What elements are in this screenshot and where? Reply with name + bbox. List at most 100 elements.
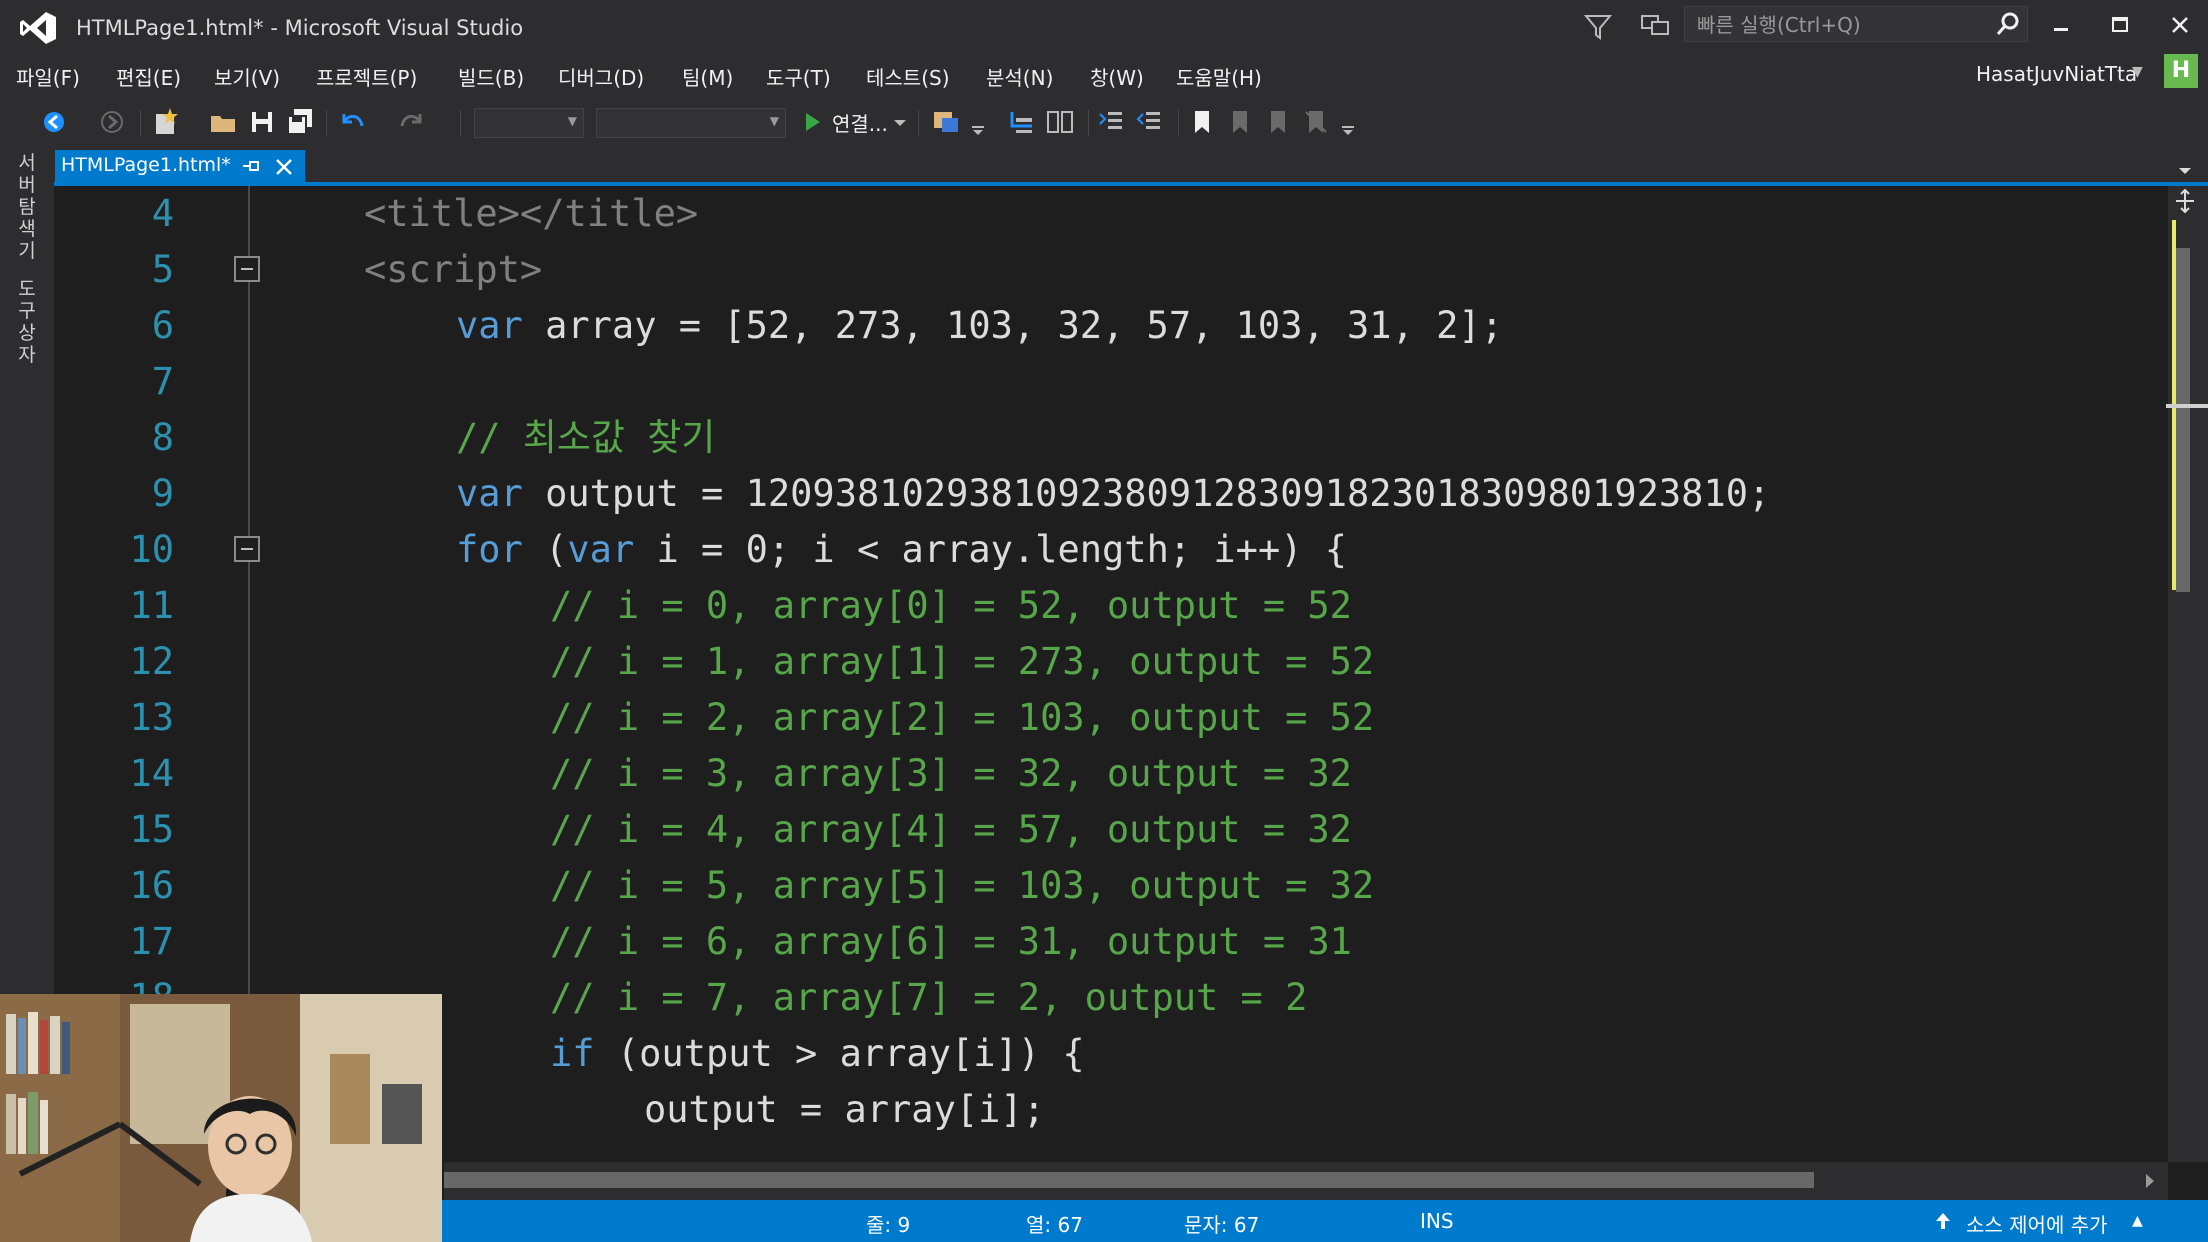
code-line: 17 // i = 6, array[6] = 31, output = 31 [54, 914, 2168, 970]
account-name[interactable]: HasatJuvNiatTta [1976, 62, 2137, 86]
code-text: output = array[i]; [644, 1088, 1045, 1131]
step-into-icon[interactable] [1006, 106, 1038, 138]
solution-config-dropdown[interactable]: ▼ [474, 108, 584, 138]
horizontal-scrollbar[interactable] [444, 1162, 2168, 1200]
next-bookmark-icon[interactable] [1262, 106, 1294, 138]
prev-bookmark-icon[interactable] [1224, 106, 1256, 138]
code-comment: // i = 5, array[5] = 103, output = 32 [550, 864, 1375, 907]
toolbar-separator [1088, 110, 1089, 136]
code-line: 14 // i = 3, array[3] = 32, output = 32 [54, 746, 2168, 802]
horizontal-scroll-thumb[interactable] [444, 1172, 1814, 1188]
pin-icon[interactable] [241, 156, 263, 178]
line-number: 5 [151, 248, 174, 291]
toolbar-separator [460, 110, 461, 136]
visual-studio-logo-icon [20, 12, 56, 44]
line-number: 7 [151, 360, 174, 403]
toolbar-separator [140, 110, 141, 136]
vertical-scroll-thumb[interactable] [2176, 248, 2190, 592]
minimize-icon[interactable] [2040, 8, 2080, 42]
filter-icon[interactable] [1582, 10, 1614, 42]
menu-file[interactable]: 파일(F) [14, 58, 82, 95]
chevron-up-icon[interactable]: ▲ [2132, 1213, 2143, 1229]
line-number: 11 [129, 584, 174, 627]
chevron-down-icon[interactable]: ▼ [2132, 64, 2143, 80]
title-bar: HTMLPage1.html* - Microsoft Visual Studi… [0, 0, 2208, 56]
line-number: 12 [129, 640, 174, 683]
status-line: 줄: 9 [866, 1213, 911, 1237]
webcam-overlay [0, 994, 442, 1242]
tab-htmlpage1[interactable]: HTMLPage1.html* [55, 150, 305, 184]
status-column: 열: 67 [1026, 1213, 1083, 1237]
standard-toolbar: ▼ ▼ 연결... [0, 98, 2208, 148]
open-file-icon[interactable] [208, 106, 240, 138]
code-line: 10 for (var i = 0; i < array.length; i++… [54, 522, 2168, 578]
menu-debug[interactable]: 디버그(D) [556, 58, 646, 95]
add-to-source-control[interactable]: 소스 제어에 추가 [1966, 1209, 2108, 1238]
toolbox-tab[interactable]: 도구 상자 [12, 278, 42, 366]
code-comment: // i = 6, array[6] = 31, output = 31 [550, 920, 1352, 963]
menu-project[interactable]: 프로젝트(P) [314, 58, 419, 95]
menu-build[interactable]: 빌드(B) [456, 58, 526, 95]
code-text: <title></title> [364, 192, 699, 235]
code-text: var array = [52, 273, 103, 32, 57, 103, … [456, 304, 1503, 347]
browser-link-icon[interactable] [930, 106, 962, 138]
split-editor-icon[interactable] [2170, 188, 2200, 214]
feedback-icon[interactable] [1638, 10, 1672, 42]
document-tab-strip: HTMLPage1.html* [54, 148, 2208, 184]
code-line: 9 var output = 1209381029381092380912830… [54, 466, 2168, 522]
clear-bookmarks-icon[interactable] [1300, 106, 1332, 138]
server-explorer-tab[interactable]: 서버 탐색기 [12, 152, 42, 262]
line-number: 13 [129, 696, 174, 739]
menu-view[interactable]: 보기(V) [212, 58, 282, 95]
code-line: 11 // i = 0, array[0] = 52, output = 52 [54, 578, 2168, 634]
undo-icon[interactable] [336, 106, 368, 138]
code-comment: // i = 4, array[4] = 57, output = 32 [550, 808, 1352, 851]
new-project-icon[interactable] [150, 106, 182, 138]
code-text: <script> [364, 248, 543, 291]
code-line: 4 <title></title> [54, 186, 2168, 242]
line-number: 8 [151, 416, 174, 459]
menu-analyze[interactable]: 분석(N) [984, 58, 1055, 95]
scroll-right-icon[interactable] [2142, 1172, 2158, 1190]
chevron-down-icon[interactable] [890, 106, 910, 138]
quick-launch-box[interactable] [1684, 6, 2028, 42]
navigate-back-icon[interactable] [38, 106, 70, 138]
save-icon[interactable] [246, 106, 278, 138]
menu-edit[interactable]: 편집(E) [114, 58, 183, 95]
menu-window[interactable]: 창(W) [1088, 58, 1146, 95]
chevron-down-icon[interactable] [2174, 160, 2196, 182]
bookmark-icon[interactable] [1186, 106, 1218, 138]
line-number: 16 [129, 864, 174, 907]
quick-launch-input[interactable] [1695, 9, 1979, 41]
close-icon[interactable] [273, 156, 295, 178]
code-comment: // 최소값 찾기 [456, 416, 716, 459]
compare-files-icon[interactable] [1044, 106, 1076, 138]
menu-help[interactable]: 도움말(H) [1174, 58, 1264, 95]
search-icon[interactable] [1995, 11, 2021, 37]
code-comment: // i = 0, array[0] = 52, output = 52 [550, 584, 1352, 627]
start-button-label[interactable]: 연결... [832, 108, 888, 137]
menu-tools[interactable]: 도구(T) [764, 58, 833, 95]
comment-lines-icon[interactable] [1096, 106, 1128, 138]
menu-test[interactable]: 테스트(S) [864, 58, 952, 95]
caret-position-marker [2166, 404, 2208, 408]
save-all-icon[interactable] [284, 106, 316, 138]
avatar[interactable]: H [2164, 54, 2198, 88]
uncomment-lines-icon[interactable] [1134, 106, 1166, 138]
toolbar-separator [1178, 110, 1179, 136]
start-debug-icon[interactable] [796, 106, 828, 138]
menu-team[interactable]: 팀(M) [680, 58, 735, 95]
code-line: 8 // 최소값 찾기 [54, 410, 2168, 466]
line-number: 17 [129, 920, 174, 963]
redo-icon[interactable] [396, 106, 428, 138]
tab-label: HTMLPage1.html* [61, 154, 231, 176]
code-line: 16 // i = 5, array[5] = 103, output = 32 [54, 858, 2168, 914]
toolbar-overflow-icon[interactable] [1338, 106, 1358, 138]
solution-platform-dropdown[interactable]: ▼ [596, 108, 786, 138]
chevron-down-icon[interactable] [968, 106, 988, 138]
menu-bar: 파일(F) 편집(E) 보기(V) 프로젝트(P) 빌드(B) 디버그(D) 팀… [0, 54, 2208, 98]
navigate-forward-icon[interactable] [96, 106, 128, 138]
close-icon[interactable] [2160, 8, 2200, 42]
maximize-icon[interactable] [2100, 8, 2140, 42]
arrow-up-icon[interactable] [1934, 1211, 1952, 1231]
